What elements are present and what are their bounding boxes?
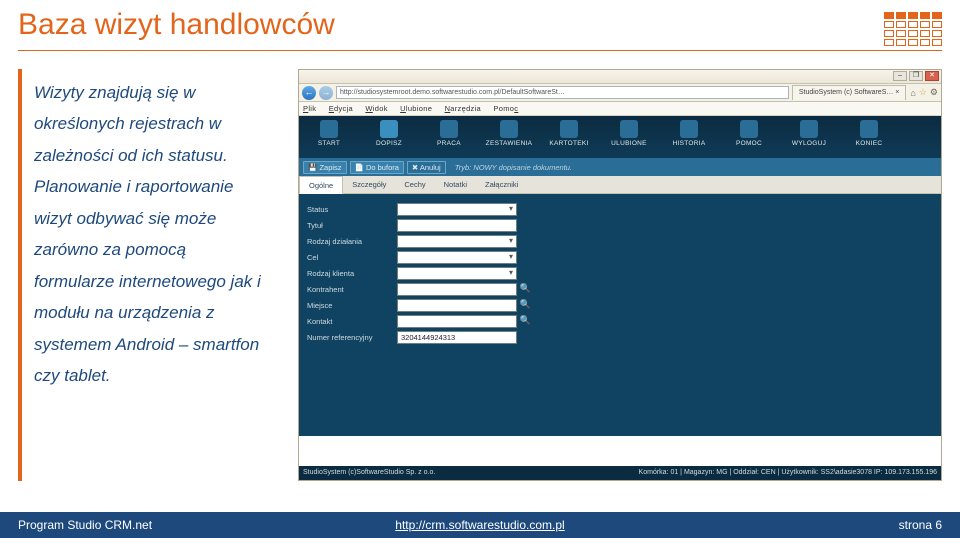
status-left: StudioSystem (c)SoftwareStudio Sp. z o.o… — [303, 466, 435, 480]
cancel-button[interactable]: ✖ Anuluj — [407, 161, 446, 174]
form-area: Status Tytuł Rodzaj działania Cel Rodzaj… — [299, 194, 941, 436]
tab-szczegoly[interactable]: Szczegóły — [343, 176, 395, 193]
toolbar-pomoc[interactable]: POMOC — [719, 116, 779, 158]
row-rodzaj-dzialania: Rodzaj działania — [307, 235, 933, 248]
save-button[interactable]: 💾 Zapisz — [303, 161, 347, 174]
menu-edycja[interactable]: Edycja — [329, 104, 353, 113]
nav-forward-button[interactable]: → — [319, 86, 333, 100]
tab-ogolne[interactable]: Ogólne — [299, 176, 343, 194]
slide-footer: Program Studio CRM.net http://crm.softwa… — [0, 512, 960, 538]
description-paragraph-2: Planowanie i raportowanie wizyt odbywać … — [34, 171, 264, 391]
window-maximize-button[interactable]: ❐ — [909, 71, 923, 81]
row-tytul: Tytuł — [307, 219, 933, 232]
row-kontrahent: Kontrahent — [307, 283, 933, 296]
toolbar-ulubione[interactable]: ULUBIONE — [599, 116, 659, 158]
app-screenshot: – ❐ ✕ ← → http://studiosystemroot.demo.s… — [298, 69, 942, 481]
status-right: Komórka: 01 | Magazyn: MG | Oddział: CEN… — [639, 466, 937, 480]
browser-tab[interactable]: StudioSystem (c) SoftwareS… × — [792, 85, 907, 100]
tytul-field[interactable] — [397, 219, 517, 232]
gear-icon[interactable]: ⚙ — [930, 87, 938, 98]
row-kontakt: Kontakt — [307, 315, 933, 328]
row-rodzaj-klienta: Rodzaj klienta — [307, 267, 933, 280]
action-bar: 💾 Zapisz 📄 Do bufora ✖ Anuluj Tryb: NOWY… — [299, 158, 941, 176]
numer-ref-field[interactable]: 3204144924313 — [397, 331, 517, 344]
form-tabs: Ogólne Szczegóły Cechy Notatki Załącznik… — [299, 176, 941, 194]
nav-back-button[interactable]: ← — [302, 86, 316, 100]
main-toolbar: START DOPISZ PRACA ZESTAWIENIA KARTOTEKI… — [299, 116, 941, 158]
menu-widok[interactable]: Widok — [365, 104, 387, 113]
toolbar-dopisz[interactable]: DOPISZ — [359, 116, 419, 158]
row-numer-ref: Numer referencyjny3204144924313 — [307, 331, 933, 344]
toolbar-kartoteki[interactable]: KARTOTEKI — [539, 116, 599, 158]
kontakt-field[interactable] — [397, 315, 517, 328]
status-field[interactable] — [397, 203, 517, 216]
miejsce-field[interactable] — [397, 299, 517, 312]
toolbar-praca[interactable]: PRACA — [419, 116, 479, 158]
row-miejsce: Miejsce — [307, 299, 933, 312]
favorite-icon[interactable]: ☆ — [919, 87, 927, 98]
calendar-grid-icon — [884, 12, 942, 46]
to-buffer-button[interactable]: 📄 Do bufora — [350, 161, 404, 174]
tab-cechy[interactable]: Cechy — [395, 176, 434, 193]
page-title: Baza wizyt handlowców — [18, 8, 884, 42]
menu-pomoc[interactable]: Pomoc — [493, 104, 518, 113]
footer-program: Program Studio CRM.net — [18, 518, 326, 532]
description-block: Wizyty znajdują się w określonych rejest… — [18, 69, 274, 481]
toolbar-wyloguj[interactable]: WYLOGUJ — [779, 116, 839, 158]
toolbar-historia[interactable]: HISTORIA — [659, 116, 719, 158]
toolbar-start[interactable]: START — [299, 116, 359, 158]
browser-address-row: ← → http://studiosystemroot.demo.softwar… — [299, 84, 941, 102]
footer-url[interactable]: http://crm.softwarestudio.com.pl — [395, 518, 564, 532]
browser-menubar[interactable]: Plik Edycja Widok Ulubione Narzędzia Pom… — [299, 102, 941, 116]
address-input[interactable]: http://studiosystemroot.demo.softwarestu… — [336, 86, 789, 99]
app-statusbar: StudioSystem (c)SoftwareStudio Sp. z o.o… — [299, 466, 941, 480]
window-minimize-button[interactable]: – — [893, 71, 907, 81]
toolbar-koniec[interactable]: KONIEC — [839, 116, 899, 158]
row-status: Status — [307, 203, 933, 216]
kontrahent-field[interactable] — [397, 283, 517, 296]
cel-field[interactable] — [397, 251, 517, 264]
toolbar-zestawienia[interactable]: ZESTAWIENIA — [479, 116, 539, 158]
menu-narzedzia[interactable]: Narzędzia — [445, 104, 481, 113]
mode-label: Tryb: NOWY dopisanie dokumentu. — [455, 163, 572, 172]
row-cel: Cel — [307, 251, 933, 264]
footer-page: strona 6 — [634, 518, 942, 532]
tab-notatki[interactable]: Notatki — [435, 176, 476, 193]
description-paragraph-1: Wizyty znajdują się w określonych rejest… — [34, 77, 264, 171]
rodzaj-klienta-field[interactable] — [397, 267, 517, 280]
tab-zalaczniki[interactable]: Załączniki — [476, 176, 527, 193]
rodzaj-dzialania-field[interactable] — [397, 235, 517, 248]
window-chrome: – ❐ ✕ — [299, 70, 941, 84]
menu-ulubione[interactable]: Ulubione — [400, 104, 432, 113]
title-divider — [18, 50, 942, 51]
home-icon[interactable]: ⌂ — [910, 88, 915, 98]
window-close-button[interactable]: ✕ — [925, 71, 939, 81]
menu-plik[interactable]: Plik — [303, 104, 316, 113]
